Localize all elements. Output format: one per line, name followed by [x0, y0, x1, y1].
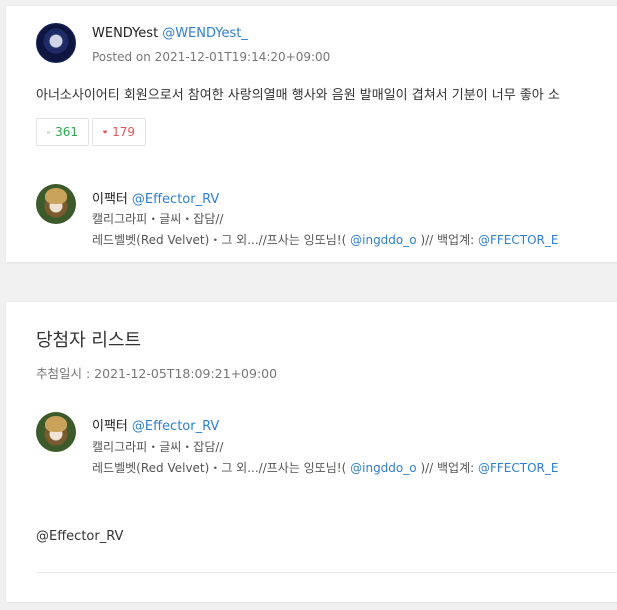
- bio-text-mid: )// 백업계:: [420, 233, 478, 247]
- bio-text: 레드벨벳(Red Velvet)・그 외...//프사는 잉또님!(: [92, 233, 347, 247]
- author-name: WENDYest: [92, 26, 159, 41]
- winners-card: 당첨자 리스트 추첨일시 : 2021-12-05T18:09:21+09:00…: [6, 302, 617, 602]
- like-count-badge: 179: [92, 118, 146, 146]
- profile-name: 이팩터: [92, 192, 128, 207]
- winner-avatar[interactable]: [36, 412, 76, 452]
- heart-icon: [103, 130, 107, 134]
- retweet-count-badge: 361: [36, 118, 89, 146]
- winner-name: 이팩터: [92, 419, 128, 434]
- winner-bio-line1: 캘리그라피・글씨・잡담//: [92, 440, 224, 454]
- author-handle-link[interactable]: @WENDYest_: [162, 26, 248, 41]
- draw-datetime: 추첨일시 : 2021-12-05T18:09:21+09:00: [36, 366, 278, 381]
- winner-name-line: 이팩터 @Effector_RV: [92, 415, 219, 434]
- bio-text-mid: )// 백업계:: [420, 461, 478, 475]
- posted-on: Posted on 2021-12-01T19:14:20+09:00: [92, 50, 331, 64]
- bio-link-ingddo[interactable]: @ingddo_o: [350, 233, 416, 247]
- profile-name-line: 이팩터 @Effector_RV: [92, 188, 219, 207]
- profile-bio-line1: 캘리그라피・글씨・잡담//: [92, 212, 224, 226]
- bio-link-backup[interactable]: @FFECTOR_E: [478, 233, 558, 247]
- author-avatar[interactable]: [36, 23, 76, 63]
- profile-handle-link[interactable]: @Effector_RV: [132, 192, 219, 207]
- winner-handle-link[interactable]: @Effector_RV: [132, 419, 219, 434]
- tweet-text: 아너소사이어티 회원으로서 참여한 사랑의열매 행사와 음원 발매일이 겹쳐서 …: [36, 88, 560, 103]
- bio-link-backup[interactable]: @FFECTOR_E: [478, 461, 558, 475]
- like-count: 179: [112, 125, 135, 139]
- retweet-count: 361: [55, 125, 78, 139]
- winner-entry: @Effector_RV: [36, 529, 124, 544]
- author-name-line: WENDYest @WENDYest_: [92, 26, 248, 41]
- retweet-icon: [47, 131, 51, 133]
- profile-avatar[interactable]: [36, 184, 76, 224]
- winner-bio-line2: 레드벨벳(Red Velvet)・그 외...//프사는 잉또님!( @ingd…: [92, 459, 558, 476]
- winners-title: 당첨자 리스트: [36, 330, 142, 351]
- divider: [36, 572, 617, 573]
- profile-bio-line2: 레드벨벳(Red Velvet)・그 외...//프사는 잉또님!( @ingd…: [92, 231, 558, 248]
- bio-link-ingddo[interactable]: @ingddo_o: [350, 461, 416, 475]
- bio-text: 레드벨벳(Red Velvet)・그 외...//프사는 잉또님!(: [92, 461, 347, 475]
- tweet-card: WENDYest @WENDYest_ Posted on 2021-12-01T…: [6, 6, 617, 262]
